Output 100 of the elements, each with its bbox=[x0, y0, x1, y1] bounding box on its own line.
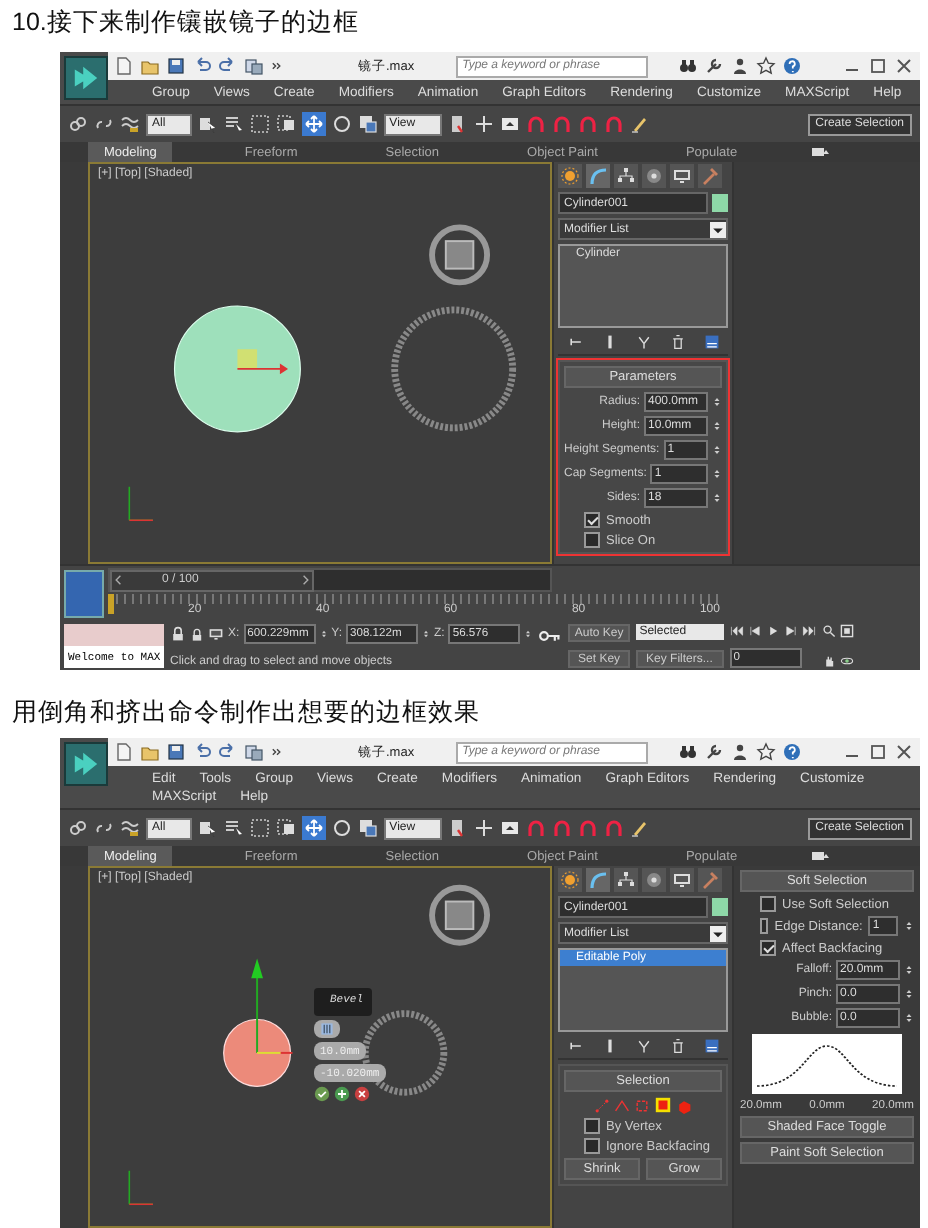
checkbox[interactable] bbox=[760, 918, 769, 934]
close-icon[interactable] bbox=[894, 56, 914, 76]
motion-tab-icon[interactable] bbox=[644, 166, 664, 186]
polygon-shape[interactable] bbox=[223, 1018, 292, 1087]
help-icon[interactable] bbox=[782, 56, 803, 76]
display-tab-icon[interactable] bbox=[672, 870, 692, 890]
spinner-icon[interactable] bbox=[904, 1010, 914, 1026]
motion-tab-icon[interactable] bbox=[644, 870, 664, 890]
orbit-icon[interactable] bbox=[839, 654, 854, 668]
pencil-icon[interactable] bbox=[629, 818, 650, 838]
wrench-icon[interactable] bbox=[704, 56, 725, 76]
plus-icon[interactable] bbox=[334, 1086, 350, 1102]
hierarchy-tab-icon[interactable] bbox=[616, 166, 636, 186]
configure-icon[interactable] bbox=[703, 1038, 719, 1054]
pivot-icon[interactable] bbox=[447, 114, 468, 134]
lock-icon[interactable] bbox=[190, 627, 204, 641]
window-crossing-icon[interactable] bbox=[275, 818, 296, 838]
spinner-icon[interactable] bbox=[712, 466, 722, 482]
spinner-icon[interactable] bbox=[904, 918, 914, 934]
spinner-icon[interactable] bbox=[904, 986, 914, 1002]
move-icon[interactable] bbox=[303, 114, 324, 134]
create-tab-icon[interactable] bbox=[560, 870, 580, 890]
spinner-icon[interactable] bbox=[712, 442, 722, 458]
next-frame-icon[interactable] bbox=[783, 624, 798, 638]
redo-icon[interactable] bbox=[218, 742, 238, 762]
scale-icon[interactable] bbox=[357, 114, 378, 134]
maximize-viewport-icon[interactable] bbox=[839, 624, 854, 638]
save-icon[interactable] bbox=[166, 742, 186, 762]
color-swatch[interactable] bbox=[712, 898, 728, 916]
view-cube-drawing[interactable] bbox=[429, 224, 491, 286]
undo-icon[interactable] bbox=[192, 56, 212, 76]
rotate-icon[interactable] bbox=[331, 114, 352, 134]
ribbon-options-icon[interactable] bbox=[809, 142, 830, 162]
save-icon[interactable] bbox=[166, 56, 186, 76]
checkbox[interactable] bbox=[760, 940, 776, 956]
unlink-icon[interactable] bbox=[94, 818, 114, 838]
scale-icon[interactable] bbox=[357, 818, 378, 838]
cylinder-shape[interactable] bbox=[173, 305, 301, 433]
select-icon[interactable] bbox=[197, 818, 218, 838]
person-icon[interactable] bbox=[730, 742, 751, 762]
rectangle-selection-icon[interactable] bbox=[249, 818, 270, 838]
app-logo-icon[interactable] bbox=[64, 56, 108, 100]
configure-icon[interactable] bbox=[703, 334, 719, 350]
trash-icon[interactable] bbox=[669, 1038, 685, 1054]
window-crossing-icon[interactable] bbox=[275, 114, 296, 134]
unlink-icon[interactable] bbox=[94, 114, 114, 134]
first-frame-icon[interactable] bbox=[729, 624, 744, 638]
pivot-icon[interactable] bbox=[447, 818, 468, 838]
pencil-icon[interactable] bbox=[629, 114, 650, 134]
app-logo-icon[interactable] bbox=[64, 742, 108, 786]
script-listener-field[interactable] bbox=[64, 624, 164, 646]
rectangle-selection-icon[interactable] bbox=[249, 114, 270, 134]
play-icon[interactable] bbox=[765, 624, 780, 638]
redo-icon[interactable] bbox=[218, 56, 238, 76]
checkbox[interactable] bbox=[584, 512, 600, 528]
close-icon[interactable] bbox=[894, 742, 914, 762]
star-icon[interactable] bbox=[756, 742, 777, 762]
view-cube-drawing[interactable] bbox=[429, 884, 491, 946]
previous-frame-icon[interactable] bbox=[747, 624, 762, 638]
spinner-icon[interactable] bbox=[712, 418, 722, 434]
person-icon[interactable] bbox=[730, 56, 751, 76]
modify-tab-icon[interactable] bbox=[588, 870, 608, 890]
select-by-name-icon[interactable] bbox=[223, 818, 244, 838]
spinner-icon[interactable] bbox=[712, 490, 722, 506]
link-icon[interactable] bbox=[68, 114, 88, 134]
modify-tab-icon[interactable] bbox=[588, 166, 608, 186]
new-file-icon[interactable] bbox=[114, 742, 134, 762]
pan-icon[interactable] bbox=[821, 654, 836, 668]
move-gizmo-icon[interactable] bbox=[251, 958, 294, 1054]
select-icon[interactable] bbox=[197, 114, 218, 134]
absolute-mode-icon[interactable] bbox=[208, 626, 224, 642]
bind-icon[interactable] bbox=[120, 114, 140, 134]
checkbox[interactable] bbox=[584, 532, 600, 548]
check-icon[interactable] bbox=[314, 1086, 330, 1102]
link-icon[interactable] bbox=[68, 818, 88, 838]
trash-icon[interactable] bbox=[669, 334, 685, 350]
help-icon[interactable] bbox=[782, 742, 803, 762]
new-file-icon[interactable] bbox=[114, 56, 134, 76]
checkbox[interactable] bbox=[760, 896, 776, 912]
zoom-icon[interactable] bbox=[821, 624, 836, 638]
ring-shape[interactable] bbox=[391, 306, 517, 432]
maximize-icon[interactable] bbox=[868, 56, 888, 76]
pin-stack-icon[interactable] bbox=[567, 1038, 583, 1054]
spinner-icon[interactable] bbox=[904, 962, 914, 978]
undo-icon[interactable] bbox=[192, 742, 212, 762]
spinner-icon[interactable] bbox=[712, 394, 722, 410]
select-by-name-icon[interactable] bbox=[223, 114, 244, 134]
binoculars-icon[interactable] bbox=[678, 742, 699, 762]
move-icon[interactable] bbox=[303, 818, 324, 838]
pin-stack-icon[interactable] bbox=[567, 334, 583, 350]
selection-lock-icon[interactable] bbox=[170, 626, 186, 642]
bind-icon[interactable] bbox=[120, 818, 140, 838]
binoculars-icon[interactable] bbox=[678, 56, 699, 76]
rotate-icon[interactable] bbox=[331, 818, 352, 838]
wrench-icon[interactable] bbox=[704, 742, 725, 762]
project-icon[interactable] bbox=[244, 56, 264, 76]
color-swatch[interactable] bbox=[712, 194, 728, 212]
ribbon-options-icon[interactable] bbox=[809, 846, 830, 866]
maximize-icon[interactable] bbox=[868, 742, 888, 762]
create-tab-icon[interactable] bbox=[560, 166, 580, 186]
